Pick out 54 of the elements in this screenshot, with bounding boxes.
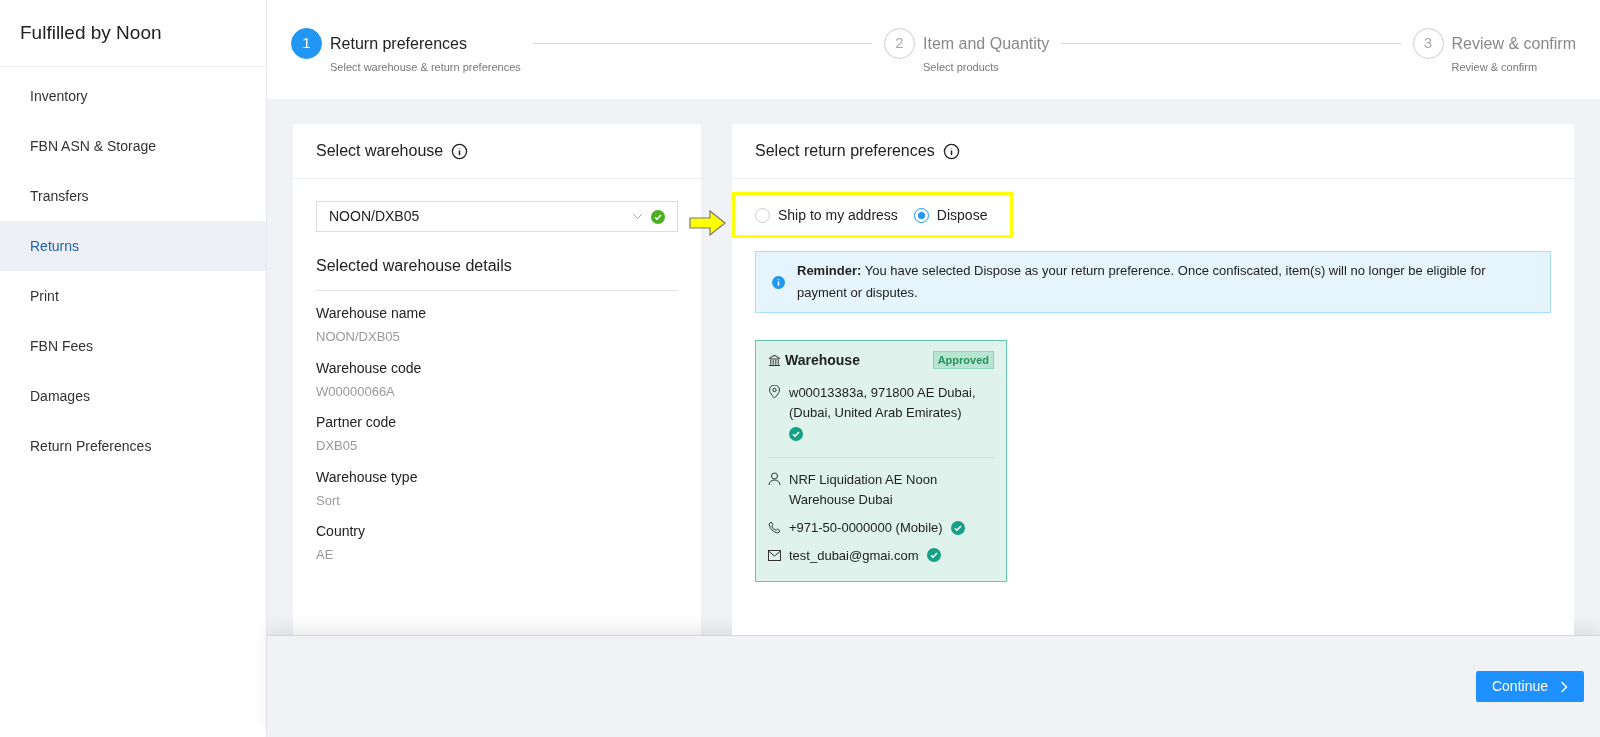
- phone-number: +971-50-0000000 (Mobile): [789, 519, 943, 537]
- detail-value: NOON/DXB05: [316, 328, 401, 346]
- step-title: Return preferences: [330, 34, 468, 54]
- radio-option[interactable]: Ship to my address: [755, 204, 898, 226]
- phone-icon: [768, 521, 781, 535]
- detail-label: Warehouse name: [316, 304, 427, 323]
- reminder-text: Reminder: You have selected Dispose as your return preference. Once confiscated, item(s) will no longer be eligible for payment or disputes.: [797, 262, 1487, 302]
- details-heading: Selected warehouse details: [316, 254, 678, 291]
- sidebar-item[interactable]: Print: [0, 271, 266, 321]
- info-icon: [942, 142, 960, 160]
- warehouse-select[interactable]: NOON/DXB05: [316, 201, 678, 232]
- detail-label: Warehouse code: [316, 358, 423, 378]
- step-number: 1: [291, 28, 322, 59]
- person-icon: [768, 472, 781, 486]
- approved-badge: Approved: [932, 350, 994, 370]
- address-text: w00013383a, 971800 AE Dubai, (Dubai, United Arab Emirates): [789, 384, 977, 422]
- info-icon: [772, 275, 785, 289]
- contact-name: NRF Liquidation AE Noon Warehouse Dubai: [789, 471, 939, 509]
- email-address: test_dubai@gmai.com: [789, 546, 919, 565]
- step-title: Item and Quantity: [923, 34, 1050, 54]
- address-card-title: Warehouse: [785, 350, 861, 370]
- check-icon: [926, 548, 941, 563]
- sidebar-item[interactable]: FBN ASN & Storage: [0, 121, 266, 171]
- detail-label: Country: [316, 522, 367, 541]
- sidebar-item[interactable]: Transfers: [0, 171, 266, 221]
- sidebar-item[interactable]: Returns: [0, 221, 266, 271]
- chevron-down-icon: [632, 213, 643, 220]
- check-icon: [651, 209, 665, 224]
- sidebar-item[interactable]: Damages: [0, 371, 266, 421]
- step-title: Review & confirm: [1451, 34, 1576, 54]
- chevron-right-icon: [1560, 680, 1568, 693]
- detail-label: Warehouse type: [316, 467, 419, 487]
- step-subtitle: Select warehouse & return preferences: [330, 60, 521, 75]
- location-pin-icon: [768, 385, 781, 399]
- step-subtitle: Select products: [923, 60, 1000, 75]
- radio-option[interactable]: Dispose: [913, 204, 988, 226]
- detail-value: AE: [316, 546, 335, 564]
- check-icon: [950, 520, 965, 535]
- mail-icon: [768, 549, 781, 561]
- detail-value: DXB05: [316, 437, 359, 455]
- sidebar-title: Fulfilled by Noon: [20, 20, 162, 45]
- sidebar-item[interactable]: FBN Fees: [0, 321, 266, 371]
- step-subtitle: Review & confirm: [1451, 60, 1539, 75]
- arrow-icon: [689, 210, 727, 236]
- sidebar-item[interactable]: Inventory: [0, 71, 266, 121]
- detail-value: Sort: [316, 491, 341, 510]
- sidebar-item[interactable]: Return Preferences: [0, 421, 266, 471]
- card-title: Select warehouse: [316, 141, 444, 161]
- check-icon: [789, 427, 803, 441]
- info-icon: [451, 142, 469, 160]
- detail-label: Partner code: [316, 413, 398, 432]
- bank-icon: [768, 353, 781, 367]
- card-title: Select return preferences: [755, 141, 935, 161]
- detail-value: W00000066A: [316, 382, 396, 401]
